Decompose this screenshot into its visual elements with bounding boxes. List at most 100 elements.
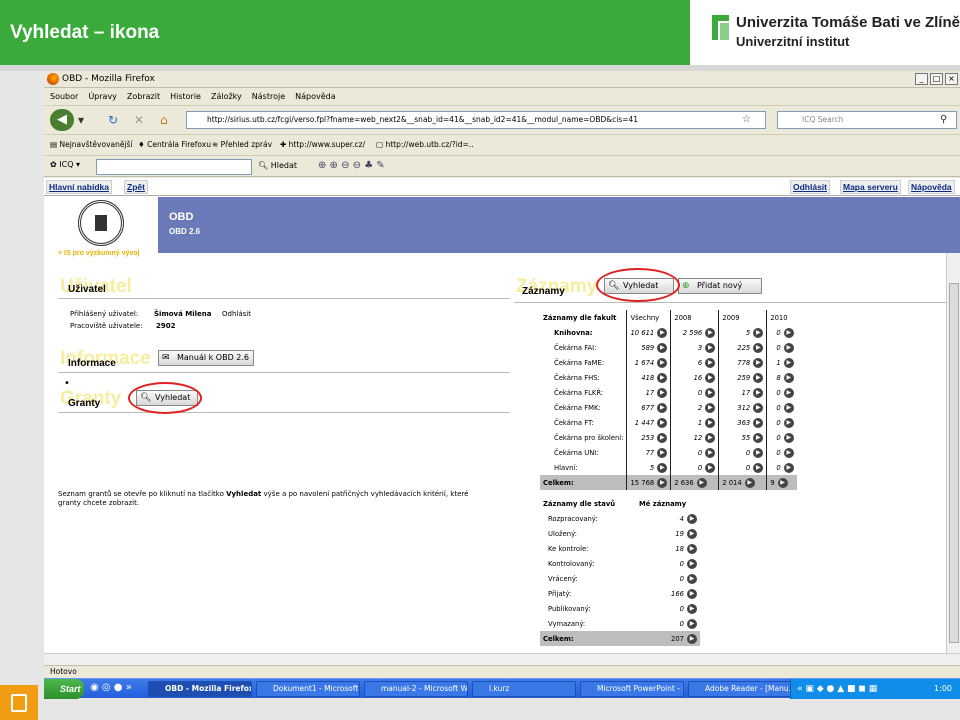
bookmark-news[interactable]: ≋ Přehled zpráv — [212, 135, 272, 155]
reload-icon[interactable]: ↻ — [108, 109, 118, 131]
nav-main-menu[interactable]: Hlavní nabídka — [46, 180, 112, 194]
open-arrow-icon[interactable]: ▶ — [753, 327, 764, 338]
add-new-button[interactable]: ⊕ Přidat nový — [678, 278, 762, 294]
open-arrow-icon[interactable]: ▶ — [783, 387, 794, 398]
open-arrow-icon[interactable]: ▶ — [687, 633, 697, 644]
open-arrow-icon[interactable]: ▶ — [783, 342, 794, 353]
open-arrow-icon[interactable]: ▶ — [783, 372, 794, 383]
bookmark-web-utb[interactable]: ▢ http://web.utb.cz/?id=.. — [376, 135, 474, 155]
zoom-icons[interactable]: ⊕ ⊕ ⊖ ⊖ ♣ ✎ — [318, 160, 385, 171]
bookmark-most-visited[interactable]: ▤ Nejnavštěvovanější — [50, 135, 133, 155]
open-arrow-icon[interactable]: ▶ — [687, 573, 697, 584]
task-dokument1[interactable]: Dokument1 - Microsoft ... — [256, 681, 360, 697]
open-arrow-icon[interactable]: ▶ — [705, 357, 716, 368]
task-manual2[interactable]: manual-2 - Microsoft W... — [364, 681, 468, 697]
open-arrow-icon[interactable]: ▶ — [687, 528, 697, 539]
address-bar[interactable]: http://sirius.utb.cz/fcgi/verso.fpl?fnam… — [186, 111, 766, 129]
open-arrow-icon[interactable]: ▶ — [753, 387, 764, 398]
open-arrow-icon[interactable]: ▶ — [657, 417, 668, 428]
open-arrow-icon[interactable]: ▶ — [705, 462, 716, 473]
open-arrow-icon[interactable]: ▶ — [783, 447, 794, 458]
open-arrow-icon[interactable]: ▶ — [687, 618, 697, 629]
open-arrow-icon[interactable]: ▶ — [657, 342, 668, 353]
open-arrow-icon[interactable]: ▶ — [687, 588, 697, 599]
open-arrow-icon[interactable]: ▶ — [687, 558, 697, 569]
open-arrow-icon[interactable]: ▶ — [783, 357, 794, 368]
open-arrow-icon[interactable]: ▶ — [783, 327, 794, 338]
start-button[interactable]: Start — [44, 679, 84, 699]
nav-back[interactable]: Zpět — [124, 180, 148, 194]
open-arrow-icon[interactable]: ▶ — [783, 417, 794, 428]
history-dropdown-icon[interactable]: ▾ — [78, 109, 84, 131]
quick-launch-icons[interactable]: ◉ ◎ ● » — [90, 682, 132, 693]
home-icon[interactable]: ⌂ — [160, 109, 168, 131]
open-arrow-icon[interactable]: ▶ — [753, 462, 764, 473]
open-arrow-icon[interactable]: ▶ — [687, 543, 697, 554]
open-arrow-icon[interactable]: ▶ — [705, 387, 716, 398]
open-arrow-icon[interactable]: ▶ — [753, 417, 764, 428]
open-arrow-icon[interactable]: ▶ — [657, 432, 668, 443]
open-arrow-icon[interactable]: ▶ — [783, 402, 794, 413]
open-arrow-icon[interactable]: ▶ — [753, 402, 764, 413]
open-arrow-icon[interactable]: ▶ — [705, 372, 716, 383]
vertical-scrollbar[interactable] — [946, 253, 960, 653]
task-firefox[interactable]: OBD - Mozilla Firefox — [148, 681, 252, 697]
search-icon[interactable]: ⚲ — [940, 109, 947, 131]
menu-nastroje[interactable]: Nástroje — [252, 89, 285, 104]
maximize-button[interactable]: □ — [930, 73, 943, 85]
task-adobe-reader[interactable]: Adobe Reader - [Manu... — [688, 681, 794, 697]
open-arrow-icon[interactable]: ▶ — [687, 513, 697, 524]
open-arrow-icon[interactable]: ▶ — [705, 447, 716, 458]
open-arrow-icon[interactable]: ▶ — [705, 432, 716, 443]
menu-soubor[interactable]: Soubor — [50, 89, 78, 104]
logout-link[interactable]: Odhlásit — [222, 310, 251, 318]
nav-site-map[interactable]: Mapa serveru — [840, 180, 901, 194]
open-arrow-icon[interactable]: ▶ — [705, 342, 716, 353]
plus-icon: ⊕ — [682, 281, 690, 291]
task-powerpoint[interactable]: Microsoft PowerPoint - [... — [580, 681, 684, 697]
open-arrow-icon[interactable]: ▶ — [705, 417, 716, 428]
open-arrow-icon[interactable]: ▶ — [687, 603, 697, 614]
manual-button[interactable]: ✉ Manuál k OBD 2.6 — [158, 350, 254, 366]
open-arrow-icon[interactable]: ▶ — [657, 462, 668, 473]
horizontal-scrollbar[interactable] — [44, 653, 960, 665]
task-lkurz[interactable]: l.kurz — [472, 681, 576, 697]
open-arrow-icon[interactable]: ▶ — [657, 327, 668, 338]
menu-napoveda[interactable]: Nápověda — [295, 89, 336, 104]
nav-logout[interactable]: Odhlásit — [790, 180, 831, 194]
open-arrow-icon[interactable]: ▶ — [657, 387, 668, 398]
stop-icon[interactable]: ✕ — [134, 109, 144, 131]
menu-zobrazit[interactable]: Zobrazit — [127, 89, 160, 104]
open-arrow-icon[interactable]: ▶ — [777, 477, 788, 488]
open-arrow-icon[interactable]: ▶ — [753, 357, 764, 368]
minimize-button[interactable]: _ — [915, 73, 928, 85]
open-arrow-icon[interactable]: ▶ — [783, 432, 794, 443]
open-arrow-icon[interactable]: ▶ — [657, 447, 668, 458]
nav-help[interactable]: Nápověda — [908, 180, 955, 194]
open-arrow-icon[interactable]: ▶ — [783, 462, 794, 473]
icq-search-input[interactable] — [96, 159, 252, 175]
bookmark-firefox-central[interactable]: ♦ Centrála Firefoxu — [138, 135, 211, 155]
open-arrow-icon[interactable]: ▶ — [657, 357, 668, 368]
open-arrow-icon[interactable]: ▶ — [705, 327, 716, 338]
open-arrow-icon[interactable]: ▶ — [753, 342, 764, 353]
menu-upravy[interactable]: Úpravy — [88, 89, 117, 104]
open-arrow-icon[interactable]: ▶ — [753, 372, 764, 383]
menu-historie[interactable]: Historie — [170, 89, 201, 104]
bookmark-super-cz[interactable]: ✚ http://www.super.cz/ — [280, 135, 365, 155]
open-arrow-icon[interactable]: ▶ — [753, 447, 764, 458]
menu-zalozky[interactable]: Záložky — [211, 89, 242, 104]
open-arrow-icon[interactable]: ▶ — [696, 477, 707, 488]
back-arrow-icon[interactable]: ◀ — [50, 109, 74, 131]
search-box[interactable]: ICQ Search — [777, 111, 957, 129]
tray-icons[interactable]: « ▣ ◆ ● ▲ ■ ◼ ▦ — [797, 679, 877, 699]
icq-search-button[interactable]: 🔍︎ Hledat — [258, 161, 297, 170]
open-arrow-icon[interactable]: ▶ — [657, 477, 668, 488]
open-arrow-icon[interactable]: ▶ — [705, 402, 716, 413]
close-window-button[interactable]: × — [945, 73, 958, 85]
open-arrow-icon[interactable]: ▶ — [753, 432, 764, 443]
open-arrow-icon[interactable]: ▶ — [744, 477, 755, 488]
open-arrow-icon[interactable]: ▶ — [657, 402, 668, 413]
bookmark-star-icon[interactable]: ☆ — [742, 109, 751, 131]
open-arrow-icon[interactable]: ▶ — [657, 372, 668, 383]
